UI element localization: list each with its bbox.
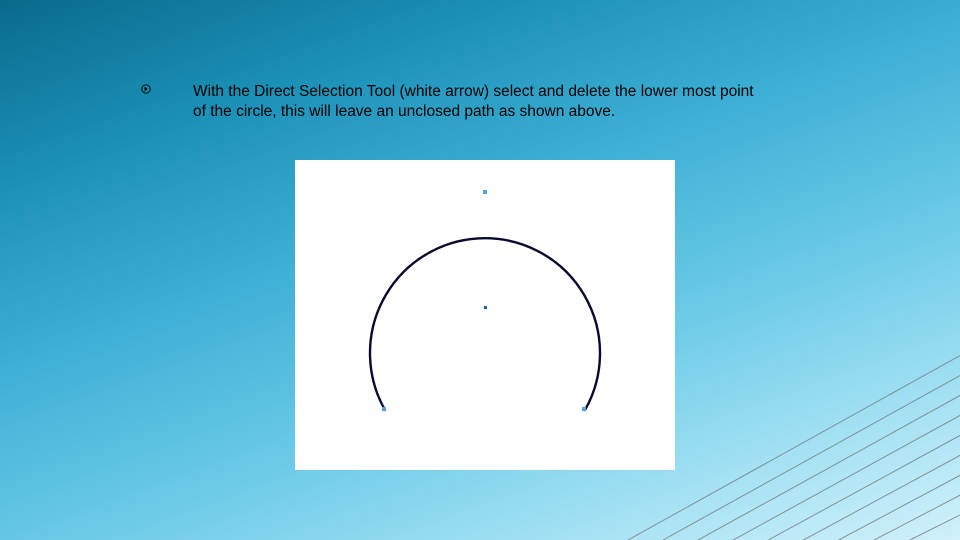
circle-arrow-icon xyxy=(141,84,151,94)
slide-body: With the Direct Selection Tool (white ar… xyxy=(155,82,765,122)
open-arc-illustration xyxy=(325,170,645,460)
instruction-text: With the Direct Selection Tool (white ar… xyxy=(155,82,765,122)
figure-canvas xyxy=(295,160,675,470)
